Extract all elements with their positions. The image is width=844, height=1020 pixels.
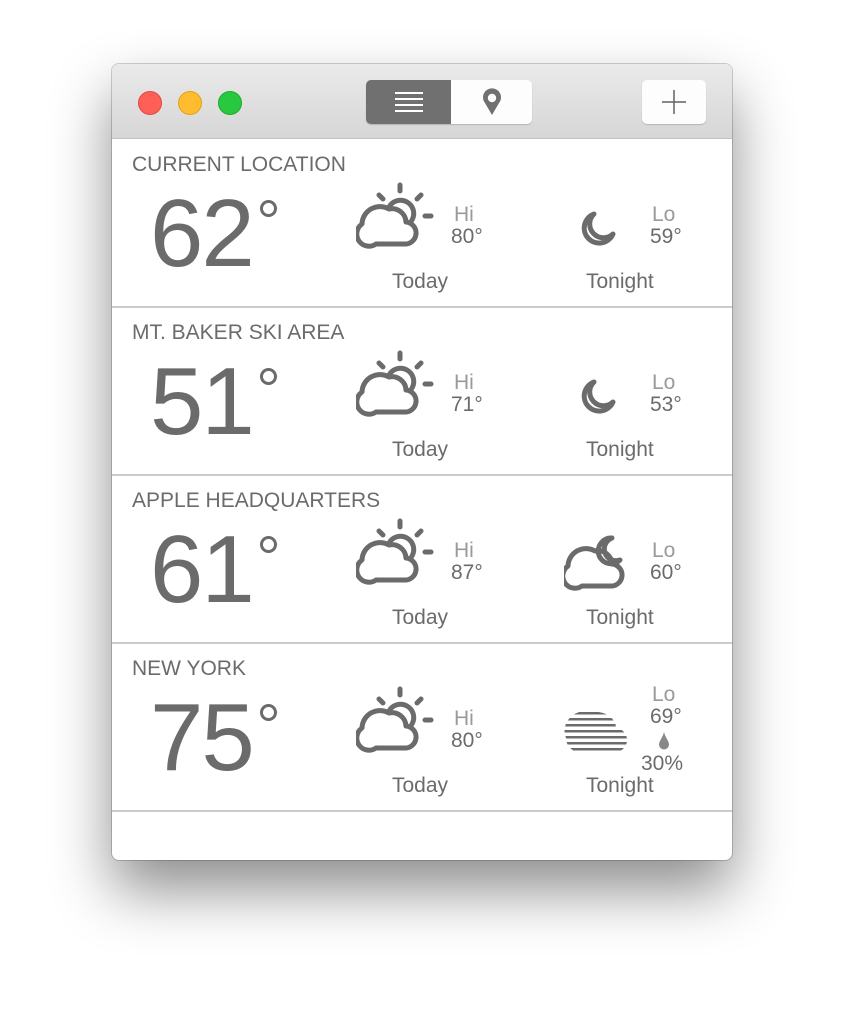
today-label: Today <box>392 270 449 293</box>
precipitation-chance: 30% <box>641 752 684 775</box>
partly-cloudy-day-icon <box>356 350 434 417</box>
add-location-button[interactable] <box>642 80 706 124</box>
location-row[interactable]: MT. BAKER SKI AREA 51 Hi 71° Today Lo 53… <box>112 308 732 476</box>
locations-list: CURRENT LOCATION 62 Hi 80° Today Lo 59° … <box>112 140 732 812</box>
map-view-button[interactable] <box>451 80 532 124</box>
partly-cloudy-night-icon <box>564 535 625 591</box>
partly-cloudy-day-icon <box>356 686 434 753</box>
close-button[interactable] <box>138 91 162 115</box>
current-temperature: 61 <box>150 516 255 623</box>
today-label: Today <box>392 774 449 797</box>
lo-temperature: 60° <box>650 561 682 584</box>
hi-label: Hi <box>454 707 474 730</box>
lo-temperature: 53° <box>650 393 682 416</box>
lo-label: Lo <box>652 539 676 562</box>
plus-icon <box>662 90 686 114</box>
weather-window: CURRENT LOCATION 62 Hi 80° Today Lo 59° … <box>112 64 732 860</box>
current-temperature: 75 <box>150 684 255 791</box>
moon-icon <box>581 379 616 414</box>
list-view-button[interactable] <box>366 80 451 124</box>
degree-symbol <box>260 368 277 385</box>
current-temperature: 62 <box>150 180 255 287</box>
lo-label: Lo <box>652 683 676 706</box>
tonight-label: Tonight <box>586 606 654 629</box>
map-pin-icon <box>482 88 501 115</box>
tonight-label: Tonight <box>586 438 654 461</box>
lo-temperature: 59° <box>650 225 682 248</box>
tonight-label: Tonight <box>586 270 654 293</box>
hi-temperature: 80° <box>451 729 483 752</box>
tonight-label: Tonight <box>586 774 654 797</box>
title-bar <box>112 64 732 139</box>
today-label: Today <box>392 606 449 629</box>
location-name: NEW YORK <box>132 657 246 680</box>
location-row[interactable]: CURRENT LOCATION 62 Hi 80° Today Lo 59° … <box>112 140 732 308</box>
list-icon <box>394 92 423 112</box>
hi-label: Hi <box>454 203 474 226</box>
location-name: APPLE HEADQUARTERS <box>132 489 381 512</box>
fog-icon <box>564 712 628 751</box>
partly-cloudy-day-icon <box>356 182 434 249</box>
view-segmented-control <box>366 80 532 124</box>
hi-label: Hi <box>454 539 474 562</box>
location-row[interactable]: NEW YORK 75 Hi 80° Today Lo 69° 30% Toni… <box>112 644 732 812</box>
raindrop-icon <box>659 732 669 750</box>
minimize-button[interactable] <box>178 91 202 115</box>
lo-temperature: 69° <box>650 705 682 728</box>
lo-label: Lo <box>652 203 676 226</box>
location-name: CURRENT LOCATION <box>132 153 346 176</box>
hi-temperature: 71° <box>451 393 483 416</box>
hi-label: Hi <box>454 371 474 394</box>
moon-icon <box>581 211 616 246</box>
degree-symbol <box>260 704 277 721</box>
degree-symbol <box>260 536 277 553</box>
location-row[interactable]: APPLE HEADQUARTERS 61 Hi 87° Today Lo 60… <box>112 476 732 644</box>
location-name: MT. BAKER SKI AREA <box>132 321 345 344</box>
current-temperature: 51 <box>150 348 255 455</box>
hi-temperature: 87° <box>451 561 483 584</box>
today-label: Today <box>392 438 449 461</box>
partly-cloudy-day-icon <box>356 518 434 585</box>
lo-label: Lo <box>652 371 676 394</box>
hi-temperature: 80° <box>451 225 483 248</box>
zoom-button[interactable] <box>218 91 242 115</box>
degree-symbol <box>260 200 277 217</box>
